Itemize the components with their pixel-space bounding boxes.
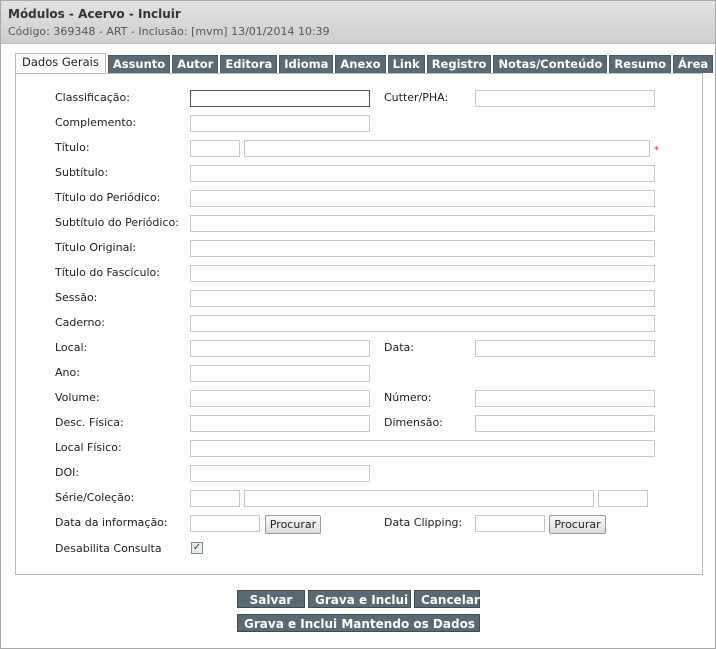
tab-bar: Dados Gerais Assunto Autor Editora Idiom… <box>15 53 714 73</box>
label-data-clipping: Data Clipping: <box>384 516 463 529</box>
tab-dados-gerais[interactable]: Dados Gerais <box>15 53 106 73</box>
label-local-fisico: Local Físico: <box>55 441 122 454</box>
window: Módulos - Acervo - Incluir Código: 36934… <box>0 0 716 649</box>
data-clipping-input[interactable] <box>475 515 545 532</box>
procurar-data-clipping-button[interactable]: Procurar <box>549 515 606 534</box>
label-subtitulo: Subtítulo: <box>55 166 109 179</box>
numero-input[interactable] <box>475 390 655 407</box>
label-classificacao: Classificação: <box>55 91 130 104</box>
titulo-fasciculo-input[interactable] <box>190 265 655 282</box>
local-input[interactable] <box>190 340 370 357</box>
local-fisico-input[interactable] <box>190 440 655 457</box>
label-desabilita-consulta: Desabilita Consulta <box>55 542 162 555</box>
checkmark-icon: ✓ <box>192 542 202 553</box>
label-titulo-periodico: Título do Periódico: <box>55 191 161 204</box>
subtitulo-periodico-input[interactable] <box>190 215 655 232</box>
label-data-informacao: Data da informação: <box>55 516 168 529</box>
titulo-periodico-input[interactable] <box>190 190 655 207</box>
caderno-input[interactable] <box>190 315 655 332</box>
tab-resumo[interactable]: Resumo <box>609 55 671 73</box>
label-data: Data: <box>384 341 414 354</box>
label-cutter: Cutter/PHA: <box>384 91 449 104</box>
titulo-artigo-input[interactable] <box>190 140 240 157</box>
label-desc-fisica: Desc. Física: <box>55 416 124 429</box>
label-caderno: Caderno: <box>55 316 105 329</box>
label-complemento: Complemento: <box>55 116 137 129</box>
tab-editora[interactable]: Editora <box>220 55 278 73</box>
desabilita-consulta-checkbox[interactable]: ✓ <box>191 542 203 554</box>
grava-inclui-mantendo-button[interactable]: Grava e Inclui Mantendo os Dados <box>237 614 480 632</box>
tab-area[interactable]: Área <box>673 55 714 73</box>
grava-inclui-button[interactable]: Grava e Inclui <box>308 590 411 608</box>
dimensao-input[interactable] <box>475 415 655 432</box>
tab-autor[interactable]: Autor <box>172 55 219 73</box>
complemento-input[interactable] <box>190 115 370 132</box>
desc-fisica-input[interactable] <box>190 415 370 432</box>
label-serie-colecao: Série/Coleção: <box>55 491 135 504</box>
label-numero: Número: <box>384 391 432 404</box>
cancelar-button[interactable]: Cancelar <box>414 590 480 608</box>
tab-notas-conteudo[interactable]: Notas/Conteúdo <box>493 55 608 73</box>
volume-input[interactable] <box>190 390 370 407</box>
tab-link[interactable]: Link <box>387 55 425 73</box>
titulo-original-input[interactable] <box>190 240 655 257</box>
cutter-input[interactable] <box>475 90 655 107</box>
subtitulo-input[interactable] <box>190 165 655 182</box>
label-doi: DOI: <box>55 466 80 479</box>
data-informacao-input[interactable] <box>190 515 260 532</box>
serie-codigo-input[interactable] <box>190 490 240 507</box>
procurar-data-informacao-button[interactable]: Procurar <box>265 515 321 534</box>
form-panel: Classificação: Cutter/PHA: Complemento: … <box>15 73 703 575</box>
label-titulo-original: Título Original: <box>55 241 137 254</box>
classificacao-input[interactable] <box>190 90 370 107</box>
header-bar: Módulos - Acervo - Incluir Código: 36934… <box>1 1 715 44</box>
sessao-input[interactable] <box>190 290 655 307</box>
titulo-input[interactable] <box>244 140 650 157</box>
tab-idioma[interactable]: Idioma <box>279 55 334 73</box>
label-titulo-fasciculo: Título do Fascículo: <box>55 266 160 279</box>
serie-colecao-input[interactable] <box>244 490 594 507</box>
label-sessao: Sessão: <box>55 291 98 304</box>
tab-registro[interactable]: Registro <box>426 55 492 73</box>
page-title: Módulos - Acervo - Incluir <box>8 7 181 21</box>
required-marker: * <box>654 145 659 156</box>
tab-assunto[interactable]: Assunto <box>107 55 171 73</box>
tab-anexo[interactable]: Anexo <box>335 55 386 73</box>
doi-input[interactable] <box>190 465 370 482</box>
label-ano: Ano: <box>55 366 80 379</box>
data-input[interactable] <box>475 340 655 357</box>
salvar-button[interactable]: Salvar <box>237 590 305 608</box>
label-local: Local: <box>55 341 88 354</box>
label-subtitulo-periodico: Subtítulo do Periódico: <box>55 216 179 229</box>
label-titulo: Título: <box>55 141 90 154</box>
label-volume: Volume: <box>55 391 100 404</box>
record-info: Código: 369348 - ART - Inclusão: [mvm] 1… <box>8 25 330 38</box>
label-dimensao: Dimensão: <box>384 416 443 429</box>
ano-input[interactable] <box>190 365 370 382</box>
serie-numero-input[interactable] <box>598 490 648 507</box>
